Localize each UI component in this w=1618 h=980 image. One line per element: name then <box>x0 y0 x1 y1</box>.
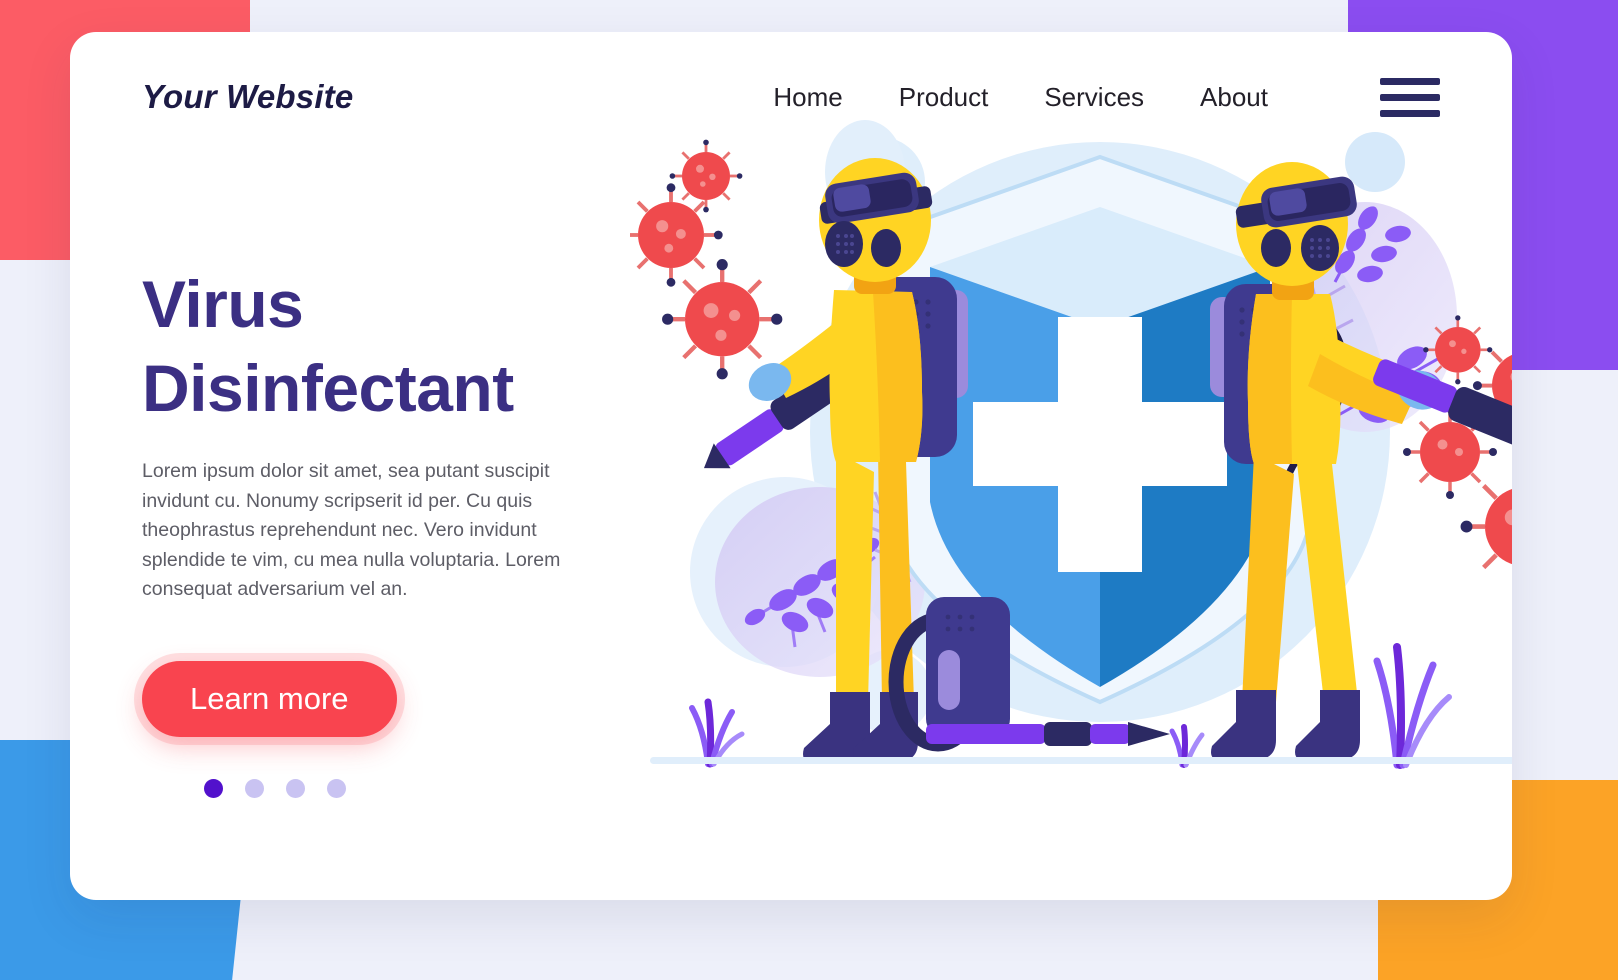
cta-container: Learn more <box>142 661 662 738</box>
nav-item-home[interactable]: Home <box>773 82 842 113</box>
hamburger-bar <box>1380 93 1440 101</box>
ground-line <box>650 757 1512 764</box>
carousel-dot-2[interactable] <box>245 779 264 799</box>
hero-body-text: Lorem ipsum dolor sit amet, sea putant s… <box>142 459 561 601</box>
nav-item-services[interactable]: Services <box>1044 82 1144 113</box>
hero-illustration <box>630 102 1512 842</box>
hamburger-bar <box>1380 77 1440 85</box>
site-header: Your Website Home Product Services About <box>70 32 1512 162</box>
site-logo[interactable]: Your Website <box>142 78 353 116</box>
landing-page-card: Your Website Home Product Services About… <box>70 32 1512 900</box>
hamburger-bar <box>1380 109 1440 117</box>
main-navigation: Home Product Services About <box>773 77 1440 117</box>
learn-more-button[interactable]: Learn more <box>142 661 397 738</box>
carousel-dot-3[interactable] <box>286 779 305 799</box>
nav-item-product[interactable]: Product <box>899 82 989 113</box>
hero-copy-column: Virus Disinfectant Lorem ipsum dolor sit… <box>142 262 662 799</box>
page-title: Virus Disinfectant <box>142 262 662 431</box>
carousel-dot-4[interactable] <box>327 779 346 799</box>
hamburger-menu-icon[interactable] <box>1380 77 1440 117</box>
page-title-line-2: Disinfectant <box>142 351 514 426</box>
page-title-line-1: Virus <box>142 267 304 341</box>
carousel-dot-1[interactable] <box>204 779 223 799</box>
nav-item-about[interactable]: About <box>1200 82 1268 113</box>
carousel-dots <box>204 779 662 799</box>
